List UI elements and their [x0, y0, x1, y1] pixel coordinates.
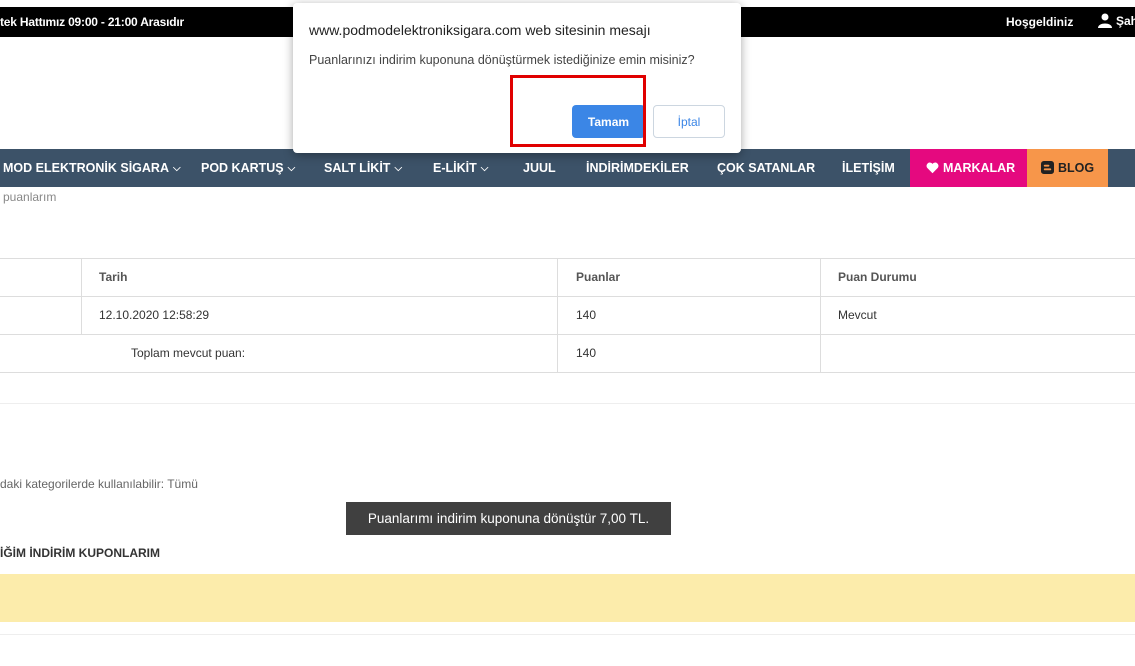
user-icon: [1098, 13, 1112, 28]
nav-item-label: SALT LİKİT: [324, 161, 391, 175]
row-date: 12.10.2020 12:58:29: [99, 308, 210, 322]
nav-item-cok-satanlar[interactable]: ÇOK SATANLAR: [717, 149, 815, 187]
nav-item-pod-kartus[interactable]: POD KARTUŞ ⌵: [201, 149, 295, 187]
header-date: Tarih: [99, 270, 128, 284]
header-status: Puan Durumu: [838, 270, 917, 284]
nav-item-indirimdekiler[interactable]: İNDİRİMDEKİLER: [586, 149, 689, 187]
chevron-down-icon: ⌵: [480, 163, 489, 174]
row-points: 140: [576, 308, 597, 322]
table-row: 12.10.2020 12:58:29 140 Mevcut: [0, 297, 1135, 335]
nav-item-label: MOD ELEKTRONİK SİGARA: [3, 161, 169, 175]
user-label: Şah: [1116, 13, 1135, 28]
nav-item-salt-likit[interactable]: SALT LİKİT ⌵: [324, 149, 402, 187]
coupons-section-title: İĞİM İNDİRİM KUPONLARIM: [0, 546, 160, 560]
nav-item-label: İLETİŞİM: [842, 161, 895, 175]
dialog-message: Puanlarınızı indirim kuponuna dönüştürme…: [309, 53, 695, 67]
total-value: 140: [576, 346, 597, 360]
total-label: Toplam mevcut puan:: [131, 346, 246, 360]
nav-item-markalar[interactable]: MARKALAR: [910, 149, 1032, 187]
coupons-notice: [0, 574, 1135, 622]
markalar-label: MARKALAR: [943, 161, 1016, 175]
divider: [0, 634, 1135, 635]
row-status: Mevcut: [838, 308, 877, 322]
cancel-button[interactable]: İptal: [653, 105, 725, 138]
nav-item-mod-elektronik-sigara[interactable]: MOD ELEKTRONİK SİGARA ⌵: [3, 149, 181, 187]
nav-item-label: ÇOK SATANLAR: [717, 161, 816, 175]
nav-item-label: POD KARTUŞ: [201, 161, 284, 175]
nav-item-iletisim[interactable]: İLETİŞİM: [842, 149, 895, 187]
highlight-box: [510, 75, 646, 147]
dialog-title: www.podmodelektroniksigara.com web sites…: [309, 22, 651, 38]
table-header-row: Tarih Puanlar Puan Durumu: [0, 259, 1135, 297]
header-points: Puanlar: [576, 270, 621, 284]
blogger-icon: [1041, 161, 1054, 174]
convert-points-button[interactable]: Puanlarımı indirim kuponuna dönüştür 7,0…: [346, 502, 671, 535]
points-table: Tarih Puanlar Puan Durumu 12.10.2020 12:…: [0, 258, 1135, 373]
nav-item-label: İNDİRİMDEKİLER: [586, 161, 689, 175]
welcome-text: Hoşgeldiniz: [1006, 15, 1074, 29]
nav-item-blog[interactable]: BLOG: [1027, 149, 1109, 187]
nav-item-e-likit[interactable]: E-LİKİT ⌵: [433, 149, 488, 187]
table-total-row: Toplam mevcut puan: 140: [0, 335, 1135, 373]
categories-text: daki kategorilerde kullanılabilir: Tümü: [0, 477, 198, 491]
breadcrumb: puanlarım: [3, 190, 57, 204]
nav-item-label: E-LİKİT: [433, 161, 477, 175]
divider: [0, 403, 1135, 404]
nav-item-juul[interactable]: JUUL: [523, 149, 556, 187]
chevron-down-icon: ⌵: [394, 163, 403, 174]
chevron-down-icon: ⌵: [287, 163, 296, 174]
chevron-down-icon: ⌵: [172, 163, 181, 174]
hotline-text: tek Hattımız 09:00 - 21:00 Arasıdır: [0, 15, 184, 29]
main-navbar: MOD ELEKTRONİK SİGARA ⌵ POD KARTUŞ ⌵ SALT …: [0, 149, 1135, 187]
user-account-link[interactable]: Şah: [1098, 13, 1135, 28]
blog-label: BLOG: [1058, 161, 1095, 175]
heart-icon: [926, 162, 939, 174]
nav-item-label: JUUL: [523, 161, 556, 175]
